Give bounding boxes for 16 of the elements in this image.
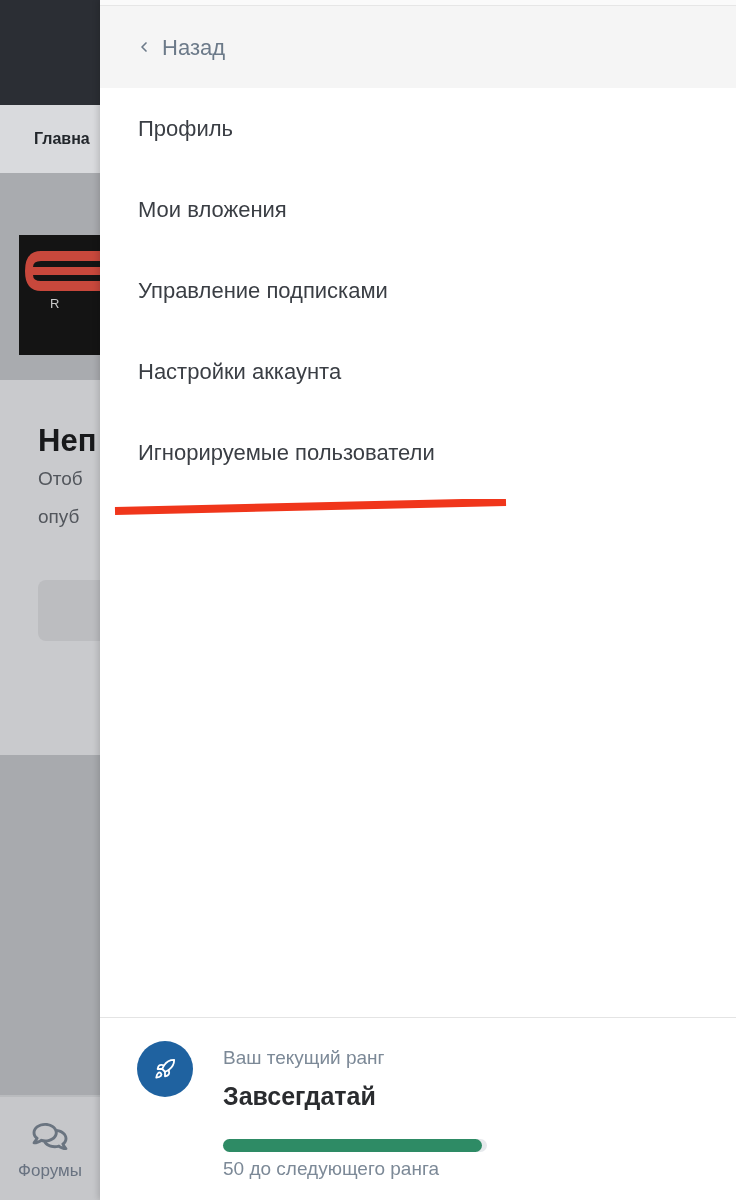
logo-icon: R: [19, 235, 100, 355]
page-description-line: Отоб: [38, 467, 84, 491]
menu-item[interactable]: Настройки аккаунта: [138, 355, 342, 388]
menu-item[interactable]: Игнорируемые пользователи: [138, 436, 435, 469]
back-button[interactable]: Назад: [136, 30, 226, 64]
rocket-icon: [137, 1041, 193, 1097]
menu-item[interactable]: Профиль: [138, 112, 233, 145]
rank-progress-text: 50 до следующего ранга: [223, 1157, 440, 1181]
nav-tab[interactable]: Главна: [34, 127, 90, 151]
menu-item[interactable]: Управление подписками: [138, 274, 388, 307]
page-description-line: опуб: [38, 505, 81, 529]
page-heading: Неп: [38, 422, 98, 460]
rank-name: Завсегдатай: [223, 1081, 377, 1111]
rank-caption: Ваш текущий ранг: [223, 1046, 386, 1070]
menu-item[interactable]: Мои вложения: [138, 193, 287, 226]
chat-bubbles-icon[interactable]: [31, 1121, 69, 1152]
